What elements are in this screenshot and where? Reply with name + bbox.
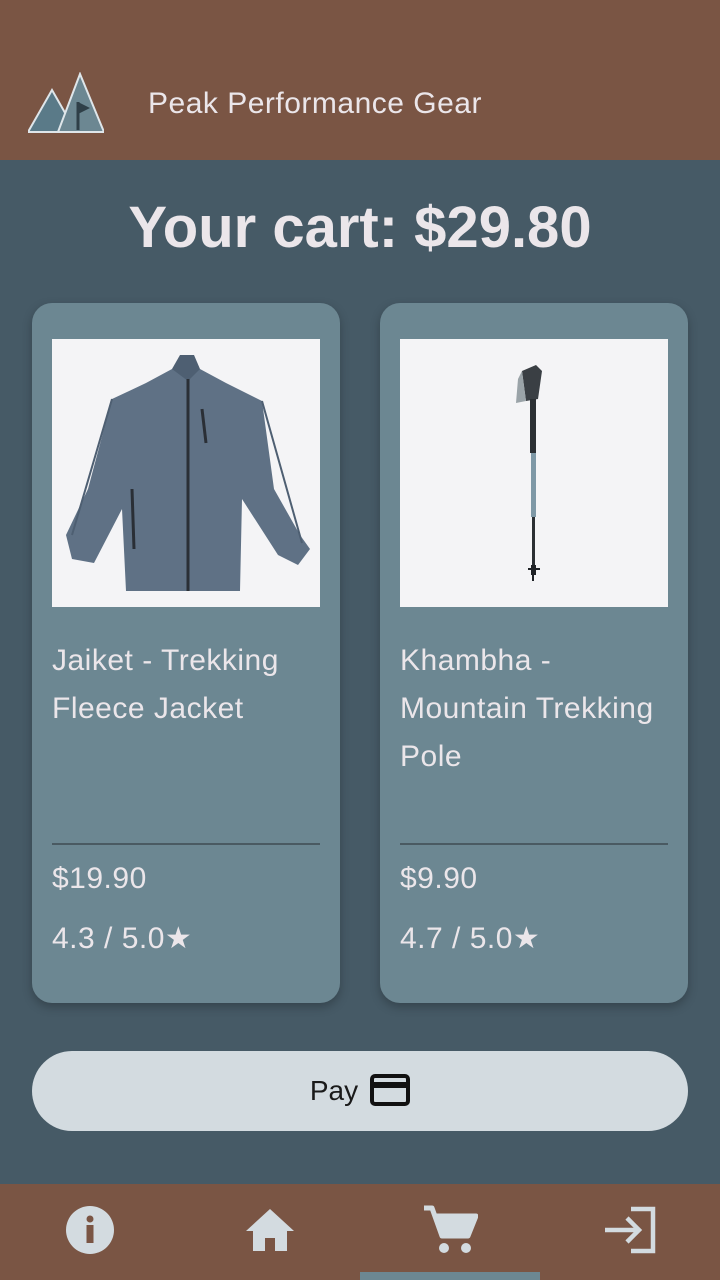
info-icon xyxy=(65,1205,115,1260)
product-name: Jaiket - Trekking Fleece Jacket xyxy=(52,644,279,725)
product-rating: 4.3 / 5.0★ xyxy=(52,922,193,955)
trekking-pole-image xyxy=(400,339,668,607)
nav-item-home[interactable] xyxy=(180,1184,360,1280)
product-price: $19.90 xyxy=(52,862,147,895)
product-rating: 4.7 / 5.0★ xyxy=(400,922,541,955)
product-card[interactable]: Jaiket - Trekking Fleece Jacket $19.90 4… xyxy=(32,303,340,1003)
home-icon xyxy=(244,1207,296,1258)
product-price: $9.90 xyxy=(400,862,478,895)
nav-item-cart[interactable] xyxy=(360,1184,540,1280)
bottom-nav xyxy=(0,1184,720,1280)
nav-item-login[interactable] xyxy=(540,1184,720,1280)
fleece-jacket-image xyxy=(52,339,320,607)
login-icon xyxy=(603,1206,657,1259)
pay-button-label: Pay xyxy=(309,1075,359,1106)
product-card[interactable]: Khambha - Mountain Trekking Pole $9.90 4… xyxy=(380,303,688,1003)
app-header: Peak Performance Gear xyxy=(0,0,720,160)
card-divider xyxy=(400,843,668,845)
pay-button[interactable]: Pay xyxy=(32,1051,688,1131)
logo-icon xyxy=(26,71,106,134)
nav-item-info[interactable] xyxy=(0,1184,180,1280)
cart-icon xyxy=(422,1204,479,1261)
cart-total: Your cart: $29.80 xyxy=(128,195,592,260)
card-divider xyxy=(52,843,320,845)
product-name: Khambha - Mountain Trekking Pole xyxy=(400,644,654,773)
app-title: Peak Performance Gear xyxy=(148,87,482,120)
credit-card-icon xyxy=(370,1073,411,1109)
nav-selected-indicator xyxy=(360,1272,540,1280)
